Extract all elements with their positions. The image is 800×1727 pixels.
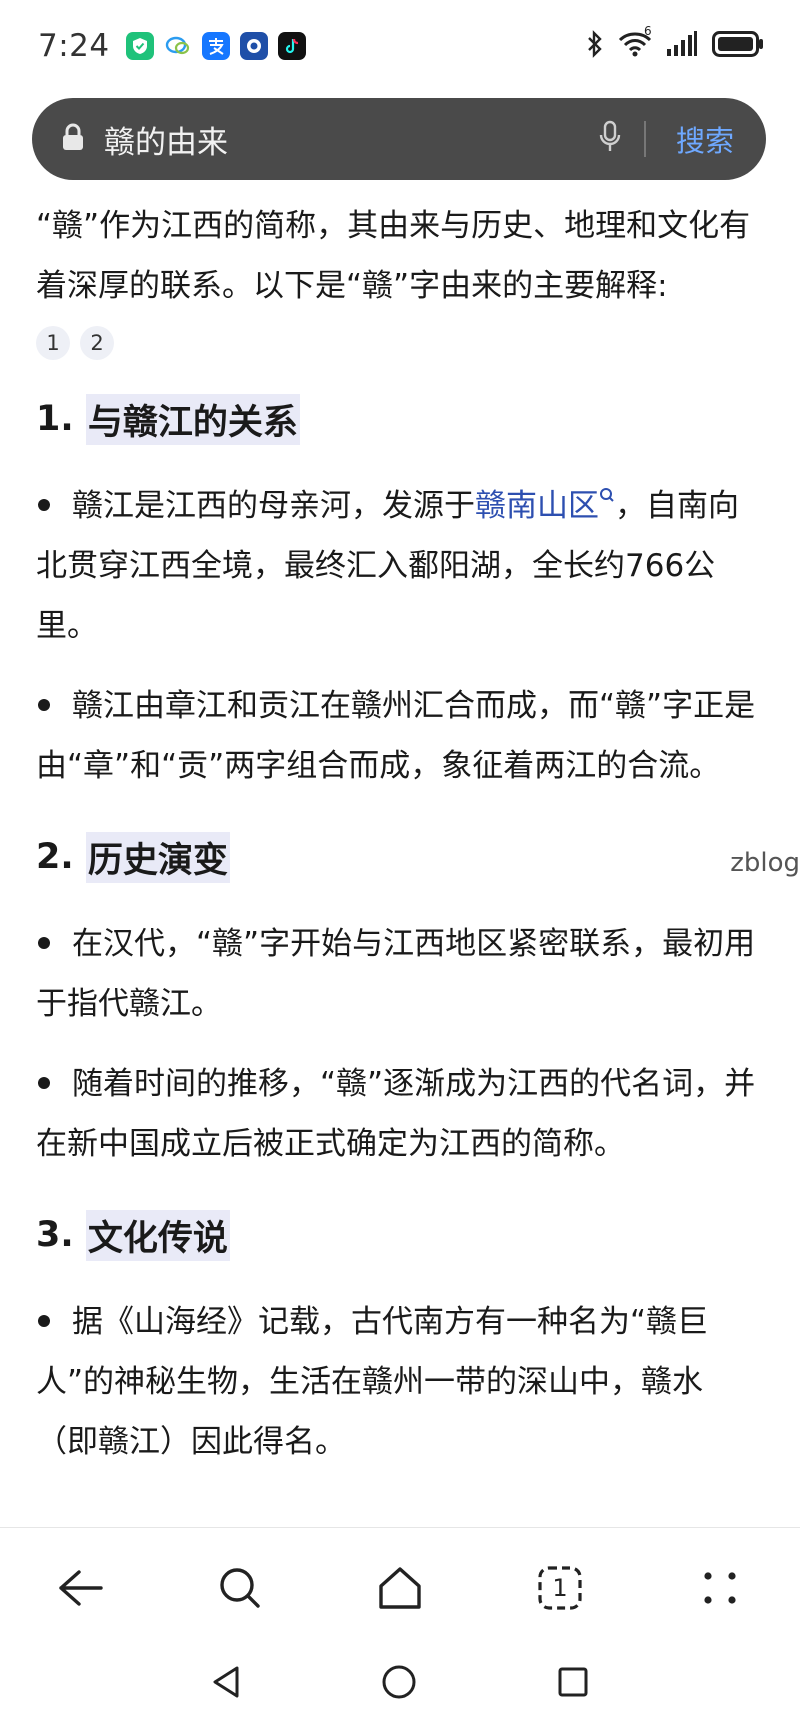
lock-icon [62, 123, 84, 155]
back-button[interactable] [40, 1548, 120, 1628]
system-home-button[interactable] [381, 1664, 417, 1704]
circle-home-icon [382, 1665, 416, 1698]
wifi-icon: 6 [618, 24, 652, 62]
browser-nav-bar: 1 [0, 1527, 800, 1648]
search-icon [600, 487, 614, 502]
section-2-bullet-2: 随着时间的推移，“赣”逐渐成为江西的代名词，并在新中国成立后被正式确定为江西的简… [36, 1054, 764, 1174]
status-time: 7:24 [38, 28, 110, 64]
microphone-icon[interactable] [598, 120, 622, 158]
system-recents-button[interactable] [557, 1666, 589, 1702]
search-nav-button[interactable] [200, 1548, 280, 1628]
triangle-back-icon [213, 1666, 239, 1697]
reference-list: 1 2 [36, 326, 764, 360]
section-number-3: 3. [36, 1215, 74, 1255]
section-number-1: 1. [36, 399, 74, 439]
section-heading-1: 1. 与赣江的关系 [36, 388, 764, 450]
bullet-dot [38, 498, 50, 511]
system-back-button[interactable] [211, 1665, 241, 1703]
shield-app-icon [239, 32, 268, 60]
home-icon [379, 1567, 421, 1609]
bullet-text: 在汉代，“赣”字开始与江西地区紧密联系，最初用于指代赣江。 [36, 926, 756, 1022]
bullet-dot [38, 1314, 50, 1327]
reference-badge-2[interactable]: 2 [80, 326, 114, 360]
section-2-bullet-1: 在汉代，“赣”字开始与江西地区紧密联系，最初用于指代赣江。 [36, 914, 764, 1034]
system-nav-bar [0, 1640, 800, 1727]
section-title-2: 历史演变 [85, 831, 230, 883]
more-dots-icon [704, 1572, 736, 1604]
section-heading-2: 2. 历史演变 [36, 826, 764, 888]
search-icon [220, 1568, 260, 1608]
answer-content: “赣”作为江西的简称，其由来与历史、地理和文化有着深厚的联系。以下是“赣”字由来… [36, 196, 764, 1472]
section-1-bullet-1: 赣江是江西的母亲河，发源于赣南山区 ，自南向北贯穿江西全境，最终汇入鄱阳湖，全长约… [36, 476, 764, 656]
section-1-bullet-2: 赣江由章江和贡江在赣州汇合而成，而“赣”字正是由“章”和“贡”两字组合而成，象征… [36, 676, 764, 796]
search-divider [643, 121, 646, 157]
status-bar: 7:24 6 [0, 0, 800, 92]
bullet-dot [38, 698, 50, 711]
alipay-app-icon [201, 32, 230, 60]
section-heading-3: 3. 文化传说 [36, 1204, 764, 1266]
search-button[interactable]: 搜索 [676, 118, 734, 160]
watermark: zblog [730, 848, 800, 878]
link-text[interactable]: 赣南山区 [475, 488, 599, 524]
battery-icon [712, 31, 764, 61]
status-right: 6 [586, 24, 764, 62]
status-left: 7:24 [38, 28, 306, 64]
tabs-button[interactable]: 1 [520, 1548, 600, 1628]
section-number-2: 2. [36, 837, 74, 877]
search-link-ganan[interactable]: 赣南山区 [475, 487, 615, 524]
search-input[interactable]: 赣的由来 [104, 117, 598, 162]
search-bar[interactable]: 赣的由来 搜索 [32, 98, 766, 180]
chat-app-icon [163, 32, 192, 60]
bullet-dot [38, 936, 50, 949]
bullet-text: 赣江由章江和贡江在赣州汇合而成，而“赣”字正是由“章”和“贡”两字组合而成，象征… [36, 688, 756, 784]
back-arrow-icon [59, 1570, 103, 1606]
reference-badge-1[interactable]: 1 [36, 326, 70, 360]
home-button[interactable] [360, 1548, 440, 1628]
bullet-text: 据《山海经》记载，古代南方有一种名为“赣巨人”的神秘生物，生活在赣州一带的深山中… [36, 1304, 709, 1460]
answer-intro: “赣”作为江西的简称，其由来与历史、地理和文化有着深厚的联系。以下是“赣”字由来… [36, 208, 751, 304]
tab-count: 1 [552, 1574, 568, 1602]
wifi-standard-badge: 6 [644, 24, 652, 38]
bullet-dot [38, 1076, 50, 1089]
tiktok-app-icon [277, 32, 306, 60]
section-title-1: 与赣江的关系 [85, 393, 300, 445]
section-3-bullet-1: 据《山海经》记载，古代南方有一种名为“赣巨人”的神秘生物，生活在赣州一带的深山中… [36, 1292, 764, 1472]
bullet-text: 赣江是江西的母亲河，发源于 [72, 488, 475, 524]
security-app-icon [125, 32, 154, 60]
bluetooth-icon [586, 30, 604, 62]
bullet-text: 随着时间的推移，“赣”逐渐成为江西的代名词，并在新中国成立后被正式确定为江西的简… [36, 1066, 756, 1162]
section-title-3: 文化传说 [85, 1209, 230, 1261]
square-recents-icon [558, 1667, 588, 1696]
menu-button[interactable] [680, 1548, 760, 1628]
cellular-signal-icon [666, 31, 698, 61]
